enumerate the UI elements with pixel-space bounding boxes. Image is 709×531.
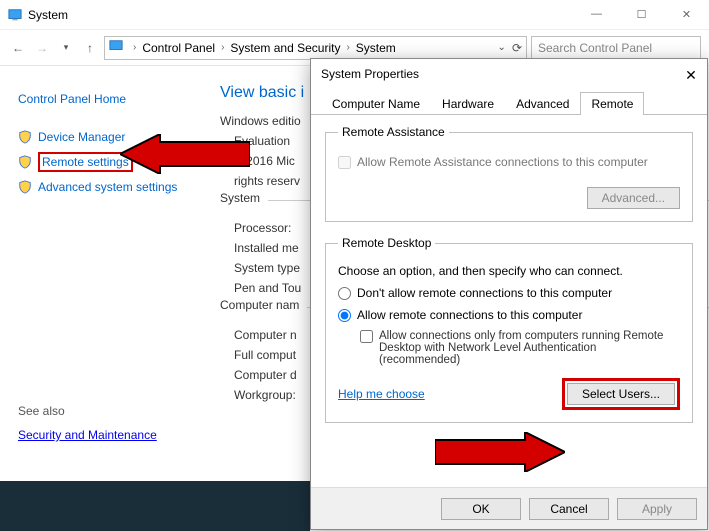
tab-remote[interactable]: Remote xyxy=(580,92,644,115)
allow-remote-assistance-label: Allow Remote Assistance connections to t… xyxy=(357,155,648,169)
shield-icon xyxy=(18,130,32,144)
close-button[interactable]: ✕ xyxy=(664,0,709,28)
dialog-tabs: Computer Name Hardware Advanced Remote xyxy=(311,91,707,115)
refresh-icon[interactable]: ⟳ xyxy=(512,41,522,55)
breadcrumb[interactable]: › Control Panel › System and Security › … xyxy=(104,36,527,60)
system-icon xyxy=(8,8,22,22)
allow-radio[interactable] xyxy=(338,309,351,322)
dialog-close-button[interactable]: ✕ xyxy=(681,65,701,85)
dont-allow-radio[interactable] xyxy=(338,287,351,300)
apply-button[interactable]: Apply xyxy=(617,498,697,520)
system-icon xyxy=(109,39,123,56)
window-title: System xyxy=(28,8,68,22)
select-users-button[interactable]: Select Users... xyxy=(567,383,675,405)
chevron-down-icon[interactable]: ⌄ xyxy=(498,42,506,53)
nla-label: Allow connections only from computers ru… xyxy=(379,330,680,366)
chevron-right-icon: › xyxy=(215,42,230,53)
chevron-right-icon: › xyxy=(127,42,142,53)
allow-label: Allow remote connections to this compute… xyxy=(357,308,582,322)
tab-hardware[interactable]: Hardware xyxy=(431,92,505,115)
advanced-system-settings-link[interactable]: Advanced system settings xyxy=(38,180,177,194)
computer-name-section-label: Computer nam xyxy=(220,298,307,312)
minimize-button[interactable]: — xyxy=(574,0,619,28)
taskbar-strip xyxy=(0,481,310,531)
remote-assistance-legend: Remote Assistance xyxy=(338,125,449,139)
control-panel-home-link[interactable]: Control Panel Home xyxy=(18,92,126,106)
history-dropdown[interactable]: ▾ xyxy=(56,38,76,58)
remote-assistance-group: Remote Assistance Allow Remote Assistanc… xyxy=(325,125,693,222)
remote-settings-link[interactable]: Remote settings xyxy=(42,155,129,169)
shield-icon xyxy=(18,155,32,169)
chevron-right-icon: › xyxy=(340,42,355,53)
nla-checkbox[interactable] xyxy=(360,330,373,343)
device-manager-link[interactable]: Device Manager xyxy=(38,130,125,144)
allow-remote-assistance-checkbox[interactable] xyxy=(338,156,351,169)
forward-button[interactable]: → xyxy=(32,38,52,58)
dont-allow-label: Don't allow remote connections to this c… xyxy=(357,286,612,300)
ok-button[interactable]: OK xyxy=(441,498,521,520)
search-input[interactable]: Search Control Panel xyxy=(531,36,701,60)
breadcrumb-seg[interactable]: Control Panel xyxy=(142,41,215,55)
cancel-button[interactable]: Cancel xyxy=(529,498,609,520)
system-properties-dialog: System Properties ✕ Computer Name Hardwa… xyxy=(310,58,708,530)
security-maintenance-link[interactable]: Security and Maintenance xyxy=(18,428,157,442)
dialog-title: System Properties xyxy=(311,59,707,89)
tab-advanced[interactable]: Advanced xyxy=(505,92,580,115)
breadcrumb-seg[interactable]: System and Security xyxy=(230,41,340,55)
window-titlebar: System — ☐ ✕ xyxy=(0,0,709,30)
remote-desktop-intro: Choose an option, and then specify who c… xyxy=(338,264,680,278)
see-also-label: See also xyxy=(18,404,200,418)
up-button[interactable]: ↑ xyxy=(80,38,100,58)
remote-desktop-group: Remote Desktop Choose an option, and the… xyxy=(325,236,693,423)
advanced-button[interactable]: Advanced... xyxy=(587,187,680,209)
tab-computer-name[interactable]: Computer Name xyxy=(321,92,431,115)
back-button[interactable]: ← xyxy=(8,38,28,58)
system-section-label: System xyxy=(220,191,268,205)
help-me-choose-link[interactable]: Help me choose xyxy=(338,387,425,401)
shield-icon xyxy=(18,180,32,194)
maximize-button[interactable]: ☐ xyxy=(619,0,664,28)
dialog-footer: OK Cancel Apply xyxy=(311,487,707,529)
sidebar: Control Panel Home Device Manager Remote… xyxy=(0,66,210,531)
remote-desktop-legend: Remote Desktop xyxy=(338,236,435,250)
breadcrumb-seg[interactable]: System xyxy=(356,41,396,55)
